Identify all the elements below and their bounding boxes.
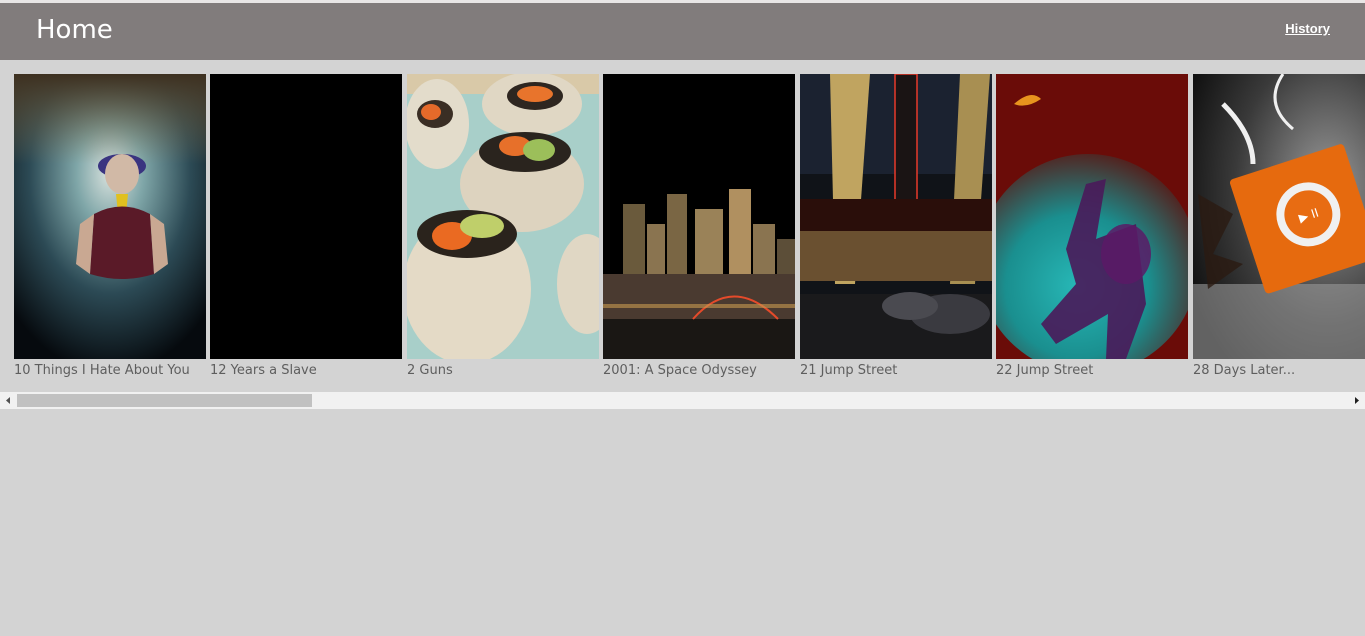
movie-tile[interactable]: 2 Guns <box>407 74 599 384</box>
movie-poster[interactable] <box>14 74 206 359</box>
movie-tile[interactable]: 10 Things I Hate About You <box>14 74 206 384</box>
movie-carousel: 10 Things I Hate About You 12 Years a Sl… <box>0 60 1365 392</box>
scrollbar-thumb[interactable] <box>17 394 312 407</box>
app-header: Home History <box>0 3 1365 60</box>
movie-poster[interactable]: ▶ II <box>1193 74 1365 359</box>
movie-title[interactable]: 28 Days Later... <box>1193 363 1365 378</box>
movie-title[interactable]: 12 Years a Slave <box>210 363 410 378</box>
scroll-left-arrow-icon[interactable] <box>0 392 17 409</box>
history-link[interactable]: History <box>1285 21 1330 36</box>
horizontal-scrollbar[interactable] <box>0 392 1365 409</box>
movie-title[interactable]: 2 Guns <box>407 363 607 378</box>
scroll-right-arrow-icon[interactable] <box>1348 392 1365 409</box>
movie-poster[interactable] <box>996 74 1188 359</box>
movie-title[interactable]: 22 Jump Street <box>996 363 1196 378</box>
movie-tile[interactable]: 22 Jump Street <box>996 74 1188 384</box>
movie-poster[interactable] <box>407 74 599 359</box>
page-title: Home <box>36 15 113 45</box>
movie-title[interactable]: 10 Things I Hate About You <box>14 363 214 378</box>
movie-poster[interactable] <box>210 74 402 359</box>
movie-tile[interactable]: 2001: A Space Odyssey <box>603 74 795 384</box>
movie-tile[interactable]: ▶ II 28 Days Later... <box>1193 74 1365 384</box>
movie-tile[interactable]: 21 Jump Street <box>800 74 992 384</box>
movie-title[interactable]: 21 Jump Street <box>800 363 1000 378</box>
movie-poster[interactable] <box>603 74 795 359</box>
movie-tile[interactable]: 12 Years a Slave <box>210 74 402 384</box>
movie-poster[interactable] <box>800 74 992 359</box>
movie-title[interactable]: 2001: A Space Odyssey <box>603 363 803 378</box>
